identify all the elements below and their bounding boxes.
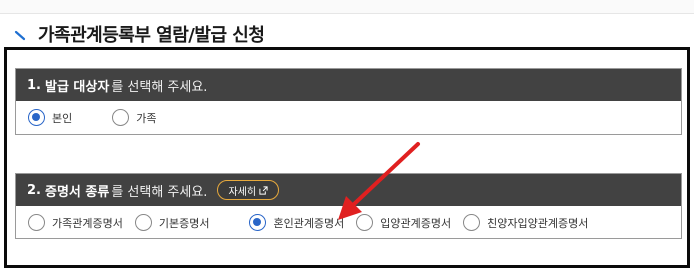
section-number: 1. <box>27 77 41 93</box>
radio-button[interactable] <box>356 214 374 231</box>
section-title-strong: 발급 대상자 <box>44 79 110 95</box>
external-link-icon <box>259 185 268 195</box>
radio-label: 기본증명서 <box>158 216 210 230</box>
radio-option-family[interactable]: 가족 <box>112 109 157 126</box>
diagonal-stroke-icon <box>14 26 30 42</box>
radio-label: 친양자입양관계증명서 <box>487 216 589 230</box>
section-certificate-type: 2. 증명서 종류 를 선택해 주세요. 자세히 가족관계증명서 기본증명서 혼… <box>15 173 682 239</box>
section-target-person: 1. 발급 대상자 를 선택해 주세요. 본인 가족 <box>15 68 682 135</box>
radio-label: 혼인관계증명서 <box>273 216 345 230</box>
section-header: 1. 발급 대상자 를 선택해 주세요. <box>16 69 681 101</box>
radio-button[interactable] <box>112 109 130 126</box>
radio-option-full-adoption[interactable]: 친양자입양관계증명서 <box>463 214 588 231</box>
detail-button[interactable]: 자세히 <box>217 180 280 200</box>
certificate-radio-group: 가족관계증명서 기본증명서 혼인관계증명서 입양관계증명서 친양자입양관계증명서 <box>16 206 681 239</box>
radio-option-marriage[interactable]: 혼인관계증명서 <box>249 214 344 231</box>
top-strip <box>0 0 694 14</box>
section-title-strong: 증명서 종류 <box>44 184 110 200</box>
radio-button[interactable] <box>28 214 45 231</box>
radio-button[interactable] <box>134 214 152 231</box>
radio-button[interactable] <box>28 109 45 126</box>
section-title-rest: 를 선택해 주세요. <box>111 79 208 95</box>
radio-label: 가족 <box>136 111 157 125</box>
application-form: 1. 발급 대상자 를 선택해 주세요. 본인 가족 2. 증명서 종류 를 선… <box>4 47 690 268</box>
radio-button[interactable] <box>249 214 267 231</box>
radio-option-family-relation[interactable]: 가족관계증명서 <box>28 214 123 231</box>
radio-label: 본인 <box>52 111 73 125</box>
radio-label: 가족관계증명서 <box>52 216 123 230</box>
page-title: 가족관계등록부 열람/발급 신청 <box>38 25 265 46</box>
radio-option-basic[interactable]: 기본증명서 <box>134 214 210 231</box>
detail-button-label: 자세히 <box>228 186 257 198</box>
section-header: 2. 증명서 종류 를 선택해 주세요. 자세히 <box>16 174 681 206</box>
radio-button[interactable] <box>463 214 481 231</box>
section-title-rest: 를 선택해 주세요. <box>111 184 208 200</box>
radio-option-adoption[interactable]: 입양관계증명서 <box>356 214 451 231</box>
target-radio-group: 본인 가족 <box>16 101 681 134</box>
radio-label: 입양관계증명서 <box>380 216 452 230</box>
page-title-row: 가족관계등록부 열람/발급 신청 <box>14 20 265 48</box>
radio-option-self[interactable]: 본인 <box>28 109 72 126</box>
section-number: 2. <box>27 182 41 198</box>
